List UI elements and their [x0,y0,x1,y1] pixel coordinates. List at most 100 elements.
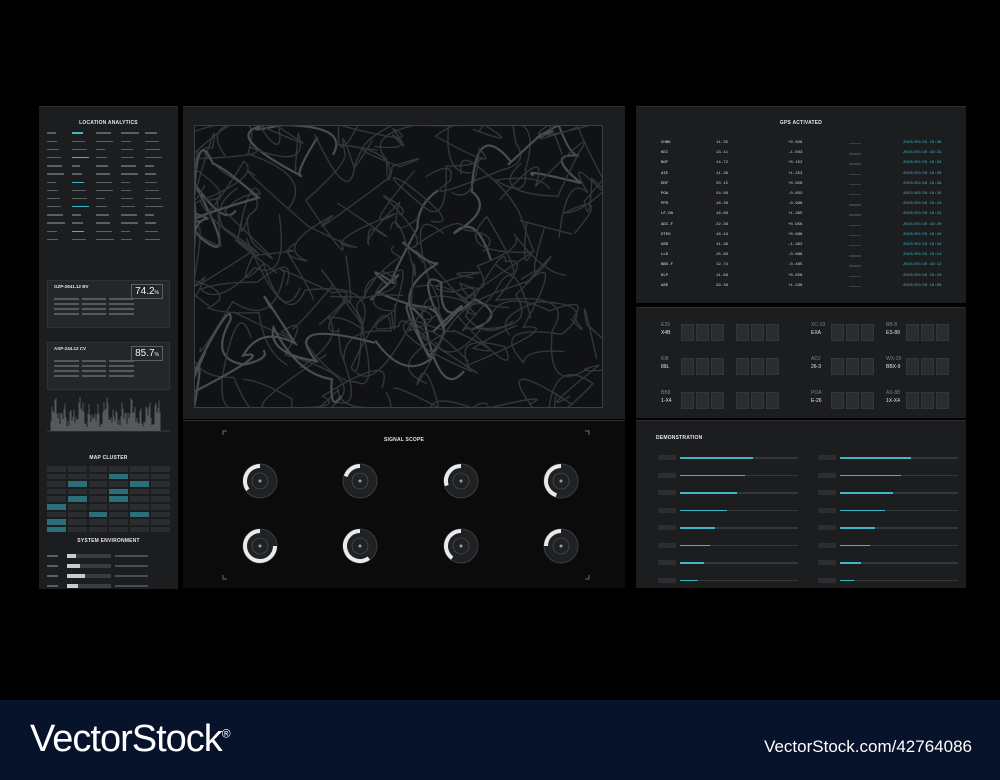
level-slider[interactable] [818,504,968,518]
cluster-cell[interactable] [151,481,170,487]
cluster-cell[interactable] [88,519,108,525]
cluster-cell[interactable] [151,473,170,480]
gps-row[interactable]: BGF 14.72 +0.152 2023/03/28 16:33 [661,161,951,171]
cluster-cell[interactable] [47,511,66,518]
level-slider[interactable] [818,451,968,465]
code-chip[interactable]: BB-8 ES-89 [886,321,966,346]
cluster-cell[interactable] [151,511,170,518]
cluster-cell[interactable] [109,511,129,518]
cluster-cell[interactable] [88,511,108,518]
cluster-cell[interactable] [130,503,150,510]
gps-row[interactable]: ASD 11.36 -1.362 2023/03/28 16:16 [661,243,951,253]
level-slider[interactable] [658,539,808,553]
cluster-cell[interactable] [109,526,129,533]
cluster-cell[interactable] [47,473,66,480]
level-slider[interactable] [818,521,968,535]
code-chip[interactable]: WX-29 BBX-9 [886,355,966,380]
gps-row[interactable]: BBX.F 12.74 -0.485 2023/03/28 16:12 [661,263,951,273]
gps-row[interactable]: POA 24.09 -0.652 2023/03/28 16:26 [661,192,951,202]
cluster-cell[interactable] [151,519,170,525]
cluster-cell[interactable] [109,466,129,472]
cluster-cell[interactable] [88,466,108,472]
cluster-cell[interactable] [67,488,87,495]
cluster-cell[interactable] [130,526,150,533]
cluster-cell[interactable] [130,473,150,480]
cluster-cell[interactable] [88,481,108,487]
cluster-cell[interactable] [109,481,129,487]
cluster-cell[interactable] [67,503,87,510]
cluster-cell[interactable] [88,503,108,510]
cluster-cell[interactable] [109,503,129,510]
cluster-cell[interactable] [47,526,66,533]
cluster-cell[interactable] [47,488,66,495]
cluster-cell[interactable] [47,481,66,487]
cluster-cell[interactable] [109,519,129,525]
gps-row[interactable]: CHNK 11.35 +0.026 2023/03/28 16:36 [661,141,951,151]
cluster-cell[interactable] [151,488,170,495]
level-slider[interactable] [658,504,808,518]
code-chip[interactable] [736,321,816,346]
cluster-cell[interactable] [109,473,129,480]
table-cell [145,140,170,142]
cluster-cell[interactable] [67,473,87,480]
level-slider[interactable] [818,556,968,570]
level-slider[interactable] [818,469,968,483]
cluster-cell[interactable] [88,488,108,495]
code-chip[interactable]: ADJ 26-3 [811,355,891,380]
cluster-cell[interactable] [151,496,170,502]
gps-row[interactable]: ASE 29.36 +1.336 2023/03/28 16:08 [661,284,951,294]
cluster-cell[interactable] [67,519,87,525]
cluster-cell[interactable] [109,488,129,495]
level-slider[interactable] [658,574,808,588]
level-slider[interactable] [658,486,808,500]
cluster-cell[interactable] [47,466,66,472]
cluster-cell[interactable] [130,481,150,487]
gps-row[interactable]: DTEK 18.43 +0.886 2023/03/28 16:18 [661,233,951,243]
cluster-cell[interactable] [67,481,87,487]
cluster-cell[interactable] [88,496,108,502]
table-cell [71,173,97,175]
cluster-cell[interactable] [151,503,170,510]
cluster-cell[interactable] [88,526,108,533]
gps-row[interactable]: ADI.F 22.36 +0.956 2023/03/28 16:20 [661,223,951,233]
code-chip[interactable]: E29 X4B [661,321,741,346]
code-chip[interactable] [736,389,816,414]
cluster-cell[interactable] [130,511,150,518]
gps-row[interactable]: DDF 20.15 +0.956 2023/03/28 16:28 [661,182,951,192]
cluster-cell[interactable] [47,519,66,525]
cluster-cell[interactable] [130,466,150,472]
cluster-cell[interactable] [47,496,66,502]
level-slider[interactable] [658,451,808,465]
cluster-cell[interactable] [67,496,87,502]
code-chip[interactable]: XC-19 EXA [811,321,891,346]
cluster-cell[interactable] [67,466,87,472]
cluster-cell[interactable] [130,488,150,495]
cluster-cell[interactable] [88,473,108,480]
code-chip[interactable]: KI8 89L [661,355,741,380]
code-chip[interactable] [736,355,816,380]
cluster-cell[interactable] [151,466,170,472]
cluster-cell[interactable] [151,526,170,533]
gps-row[interactable]: KLP 11.89 +0.656 2023/03/28 16:10 [661,274,951,284]
gps-row[interactable]: AIE 11.36 +1.253 2023/03/28 16:30 [661,172,951,182]
level-slider[interactable] [658,556,808,570]
level-slider[interactable] [818,539,968,553]
metric-card-axp[interactable]: AXP-244.12 CV 85.7% [47,342,170,390]
map-cluster-grid[interactable] [47,466,170,534]
metric-card-gzp[interactable]: GZP-2641.12 BV 74.2% [47,280,170,328]
level-slider[interactable] [658,521,808,535]
code-chip[interactable]: POA E-26 [811,389,891,414]
level-slider[interactable] [818,574,968,588]
code-chip[interactable]: BB8 1-X4 [661,389,741,414]
city-map[interactable] [194,125,603,408]
cluster-cell[interactable] [130,496,150,502]
cluster-cell[interactable] [109,496,129,502]
level-slider[interactable] [818,486,968,500]
level-slider[interactable] [658,469,808,483]
cluster-cell[interactable] [47,503,66,510]
cluster-cell[interactable] [67,511,87,518]
cluster-cell[interactable] [130,519,150,525]
cluster-cell[interactable] [67,526,87,533]
gps-row[interactable]: LF.DA 16.86 +1.365 2023/03/28 16:22 [661,212,951,222]
code-chip[interactable]: AX-88 1X-X4 [886,389,966,414]
